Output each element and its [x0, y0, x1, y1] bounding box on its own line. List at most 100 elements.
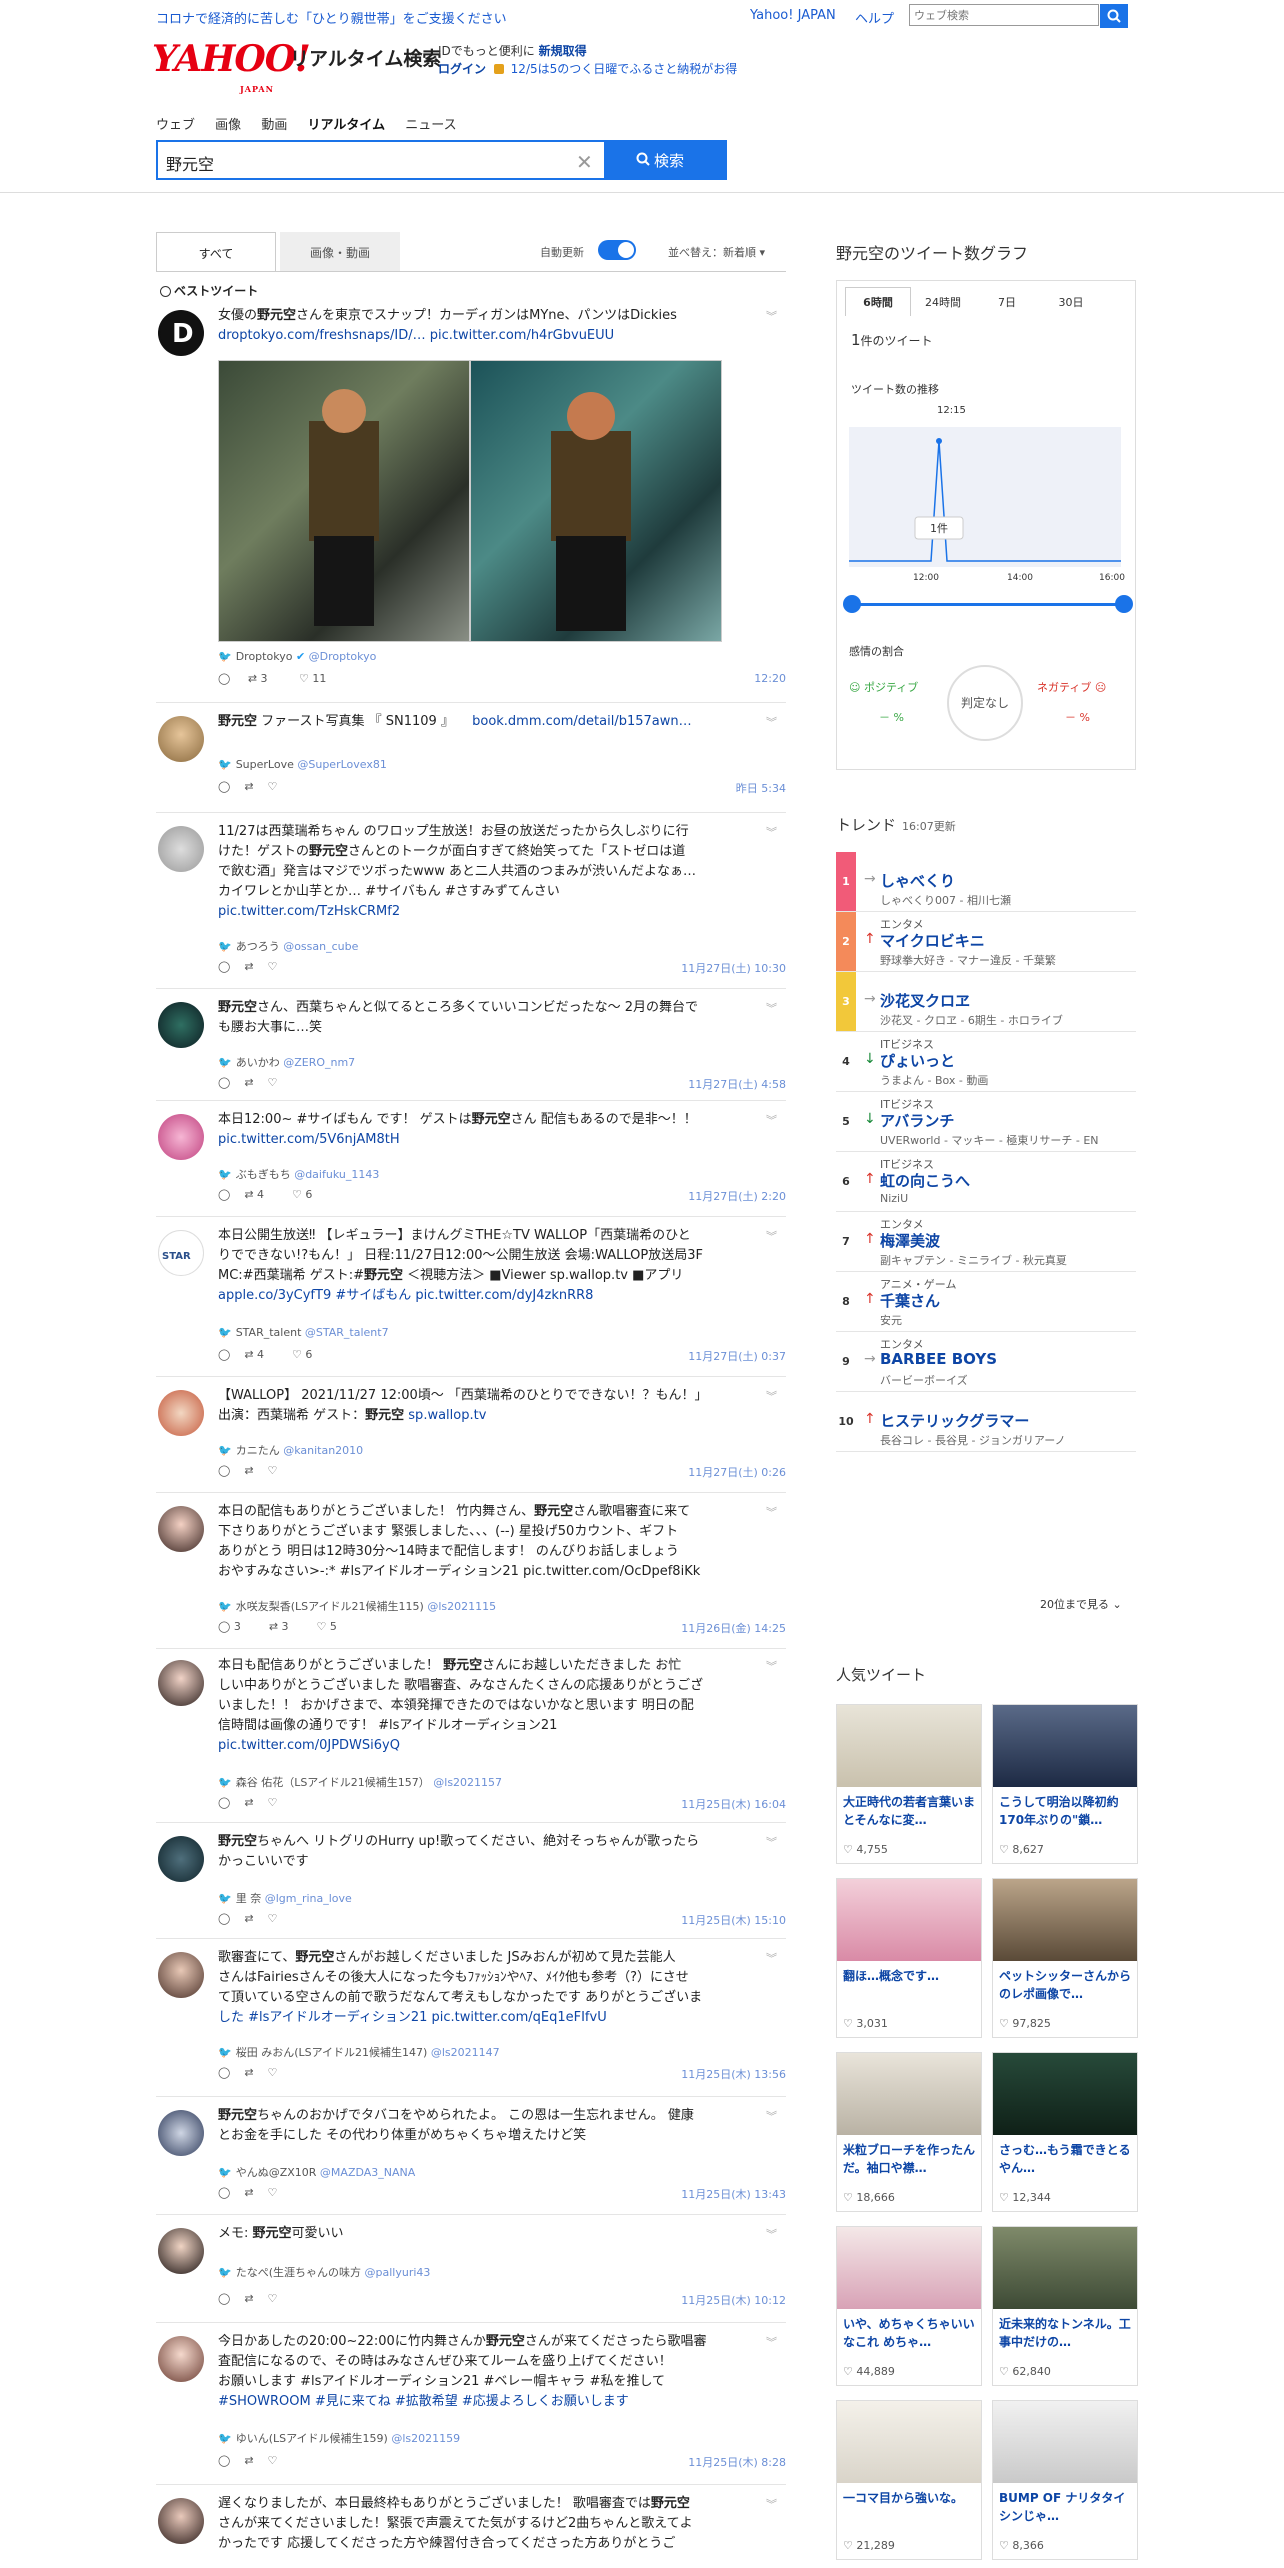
tab-news[interactable]: ニュース	[405, 118, 456, 133]
popular-tweet-caption[interactable]: こうして明治以降初約170年ぶりの"鎖…	[999, 1793, 1133, 1829]
chevron-down-icon[interactable]: ︾	[766, 1658, 777, 1674]
popular-tweet-caption[interactable]: 近未来的なトンネル。工事中だけの…	[999, 2315, 1133, 2351]
like-icon[interactable]: ♡	[268, 2066, 278, 2079]
like-icon[interactable]: ♡	[268, 1796, 278, 1809]
tweet-time[interactable]: 11月27日(土) 2:20	[688, 1188, 786, 1204]
trend-name[interactable]: 沙花叉クロヱ	[880, 990, 970, 1011]
retweet-icon[interactable]: ⇄ 3	[269, 1620, 303, 1633]
avatar[interactable]	[158, 1506, 204, 1552]
popular-tweet-image[interactable]	[993, 1705, 1137, 1787]
reply-icon[interactable]: ◯ 3	[218, 1620, 255, 1633]
avatar[interactable]	[158, 1836, 204, 1882]
popular-tweet-image[interactable]	[837, 1879, 981, 1961]
range-slider[interactable]	[843, 595, 1133, 613]
popular-tweet-card[interactable]: 大正時代の若者言葉いまとそんなに変… ♡ 4,755	[836, 1704, 982, 1864]
tweet-time[interactable]: 11月25日(木) 13:43	[681, 2186, 786, 2202]
tweet-time[interactable]: 11月25日(木) 16:04	[681, 1796, 786, 1812]
retweet-icon[interactable]: ⇄ 3	[248, 672, 282, 685]
trend-item[interactable]: 10 ↑ ヒステリックグラマー 長谷コレ - 長谷見 - ジョンガリアーノ	[836, 1392, 1136, 1452]
like-icon[interactable]: ♡	[268, 2292, 278, 2305]
popular-tweet-caption[interactable]: 一コマ目から強いな。	[843, 2489, 977, 2507]
trend-name[interactable]: ぴょいっと	[880, 1050, 955, 1071]
trend-name[interactable]: 千葉さん	[880, 1290, 940, 1311]
trend-name[interactable]: しゃべくり	[880, 870, 955, 891]
chevron-down-icon[interactable]: ︾	[766, 1834, 777, 1850]
range-30d[interactable]: 30日	[1039, 288, 1103, 316]
reply-icon[interactable]: ◯	[218, 1348, 230, 1361]
tweet-author[interactable]: 🐦 里 奈 @lgm_rina_love	[218, 1890, 352, 1906]
popular-tweet-image[interactable]	[993, 2401, 1137, 2483]
sort-dropdown[interactable]: 並べ替え：新着順 ▾	[668, 244, 765, 260]
chevron-down-icon[interactable]: ︾	[766, 1000, 777, 1016]
register-link[interactable]: 新規取得	[539, 44, 587, 58]
reply-icon[interactable]: ◯	[218, 1912, 230, 1925]
slider-handle-right[interactable]	[1115, 595, 1133, 613]
like-icon[interactable]: ♡	[268, 2454, 278, 2467]
like-icon[interactable]: ♡	[268, 1076, 278, 1089]
popular-tweet-image[interactable]	[993, 1879, 1137, 1961]
tweet-photo[interactable]	[218, 360, 470, 642]
tweet-time[interactable]: 昨日 5:34	[736, 780, 786, 796]
see-more-link[interactable]: 20位まで見る ⌄	[1040, 1596, 1122, 1612]
popular-tweet-card[interactable]: 米粒ブローチを作ったんだ。袖口や襟… ♡ 18,666	[836, 2052, 982, 2212]
retweet-icon[interactable]: ⇄	[244, 780, 253, 793]
tweet-author[interactable]: 🐦 ぶもぎもち @daifuku_1143	[218, 1166, 379, 1182]
trend-name[interactable]: 虹の向こうへ	[880, 1170, 970, 1191]
avatar[interactable]: STAR	[158, 1230, 204, 1276]
popular-tweet-caption[interactable]: 翻ほ…概念です…	[843, 1967, 977, 1985]
tweet-time[interactable]: 11月25日(木) 15:10	[681, 1912, 786, 1928]
chevron-down-icon[interactable]: ︾	[766, 308, 777, 324]
avatar[interactable]	[158, 2336, 204, 2382]
popular-tweet-card[interactable]: さっむ…もう霜できとるやん… ♡ 12,344	[992, 2052, 1138, 2212]
popular-tweet-caption[interactable]: 米粒ブローチを作ったんだ。袖口や襟…	[843, 2141, 977, 2177]
tab-video[interactable]: 動画	[261, 118, 287, 133]
tweet-link[interactable]: pic.twitter.com/TzHskCRMf2	[218, 904, 400, 919]
tweet-link[interactable]: book.dmm.com/detail/b157awn…	[472, 714, 692, 729]
tab-realtime[interactable]: リアルタイム	[307, 118, 385, 133]
help-link[interactable]: ヘルプ	[855, 8, 894, 27]
tweet-link[interactable]: pic.twitter.com/0JPDWSi6yQ	[218, 1738, 400, 1753]
trend-item[interactable]: 7 ↑ エンタメ 梅澤美波 副キャプテン - ミニライブ - 秋元真夏	[836, 1212, 1136, 1272]
tweet-link[interactable]: droptokyo.com/freshsnaps/ID/… pic.twitte…	[218, 328, 614, 343]
donation-notice-link[interactable]: コロナで経済的に苦しむ「ひとり親世帯」をご支援ください	[156, 8, 507, 27]
tab-all[interactable]: すべて	[156, 232, 276, 272]
popular-tweet-card[interactable]: 一コマ目から強いな。 ♡ 21,289	[836, 2400, 982, 2560]
tweet-author[interactable]: 🐦 あいかわ @ZERO_nm7	[218, 1054, 355, 1070]
popular-tweet-card[interactable]: 近未来的なトンネル。工事中だけの… ♡ 62,840	[992, 2226, 1138, 2386]
popular-tweet-image[interactable]	[837, 2401, 981, 2483]
tweet-link[interactable]: apple.co/3yCyfT9 #サイばもん pic.twitter.com/…	[218, 1288, 593, 1303]
retweet-icon[interactable]: ⇄	[244, 2186, 253, 2199]
slider-handle-left[interactable]	[843, 595, 861, 613]
reply-icon[interactable]: ◯	[218, 2186, 230, 2199]
chevron-down-icon[interactable]: ︾	[766, 1950, 777, 1966]
popular-tweet-image[interactable]	[837, 2053, 981, 2135]
retweet-icon[interactable]: ⇄	[244, 2066, 253, 2079]
login-link[interactable]: ログイン	[438, 62, 486, 76]
chevron-down-icon[interactable]: ︾	[766, 1504, 777, 1520]
trend-name[interactable]: ヒステリックグラマー	[880, 1410, 1029, 1431]
tweet-author[interactable]: 🐦 水咲友梨香(LSアイドル21候補生115) @ls2021115	[218, 1598, 496, 1614]
popular-tweet-card[interactable]: ペットシッターさんからのレポ画像で… ♡ 97,825	[992, 1878, 1138, 2038]
web-search-button[interactable]	[1100, 4, 1128, 28]
chevron-down-icon[interactable]: ︾	[766, 1228, 777, 1244]
search-button[interactable]: 検索	[606, 140, 727, 180]
like-icon[interactable]: ♡	[268, 2186, 278, 2199]
chevron-down-icon[interactable]: ︾	[766, 824, 777, 840]
retweet-icon[interactable]: ⇄	[244, 2292, 253, 2305]
tweet-author[interactable]: 🐦 やんぬ@ZX10R @MAZDA3_NANA	[218, 2164, 415, 2180]
trend-item[interactable]: 6 ↑ ITビジネス 虹の向こうへ NiziU	[836, 1152, 1136, 1212]
popular-tweet-card[interactable]: いや、めちゃくちゃいいなこれ めちゃ… ♡ 44,889	[836, 2226, 982, 2386]
chevron-down-icon[interactable]: ︾	[766, 2334, 777, 2350]
tweet-time[interactable]: 11月25日(木) 8:28	[688, 2454, 786, 2470]
avatar[interactable]	[158, 826, 204, 872]
retweet-icon[interactable]: ⇄	[244, 1796, 253, 1809]
retweet-icon[interactable]: ⇄	[244, 1912, 253, 1925]
chevron-down-icon[interactable]: ︾	[766, 1112, 777, 1128]
avatar[interactable]	[158, 2498, 204, 2544]
like-icon[interactable]: ♡	[268, 960, 278, 973]
tweet-time[interactable]: 11月27日(土) 10:30	[681, 960, 786, 976]
reply-icon[interactable]: ◯	[218, 672, 230, 685]
avatar[interactable]	[158, 1002, 204, 1048]
range-6h[interactable]: 6時間	[845, 287, 911, 316]
yahoo-japan-link[interactable]: Yahoo! JAPAN	[750, 8, 836, 23]
